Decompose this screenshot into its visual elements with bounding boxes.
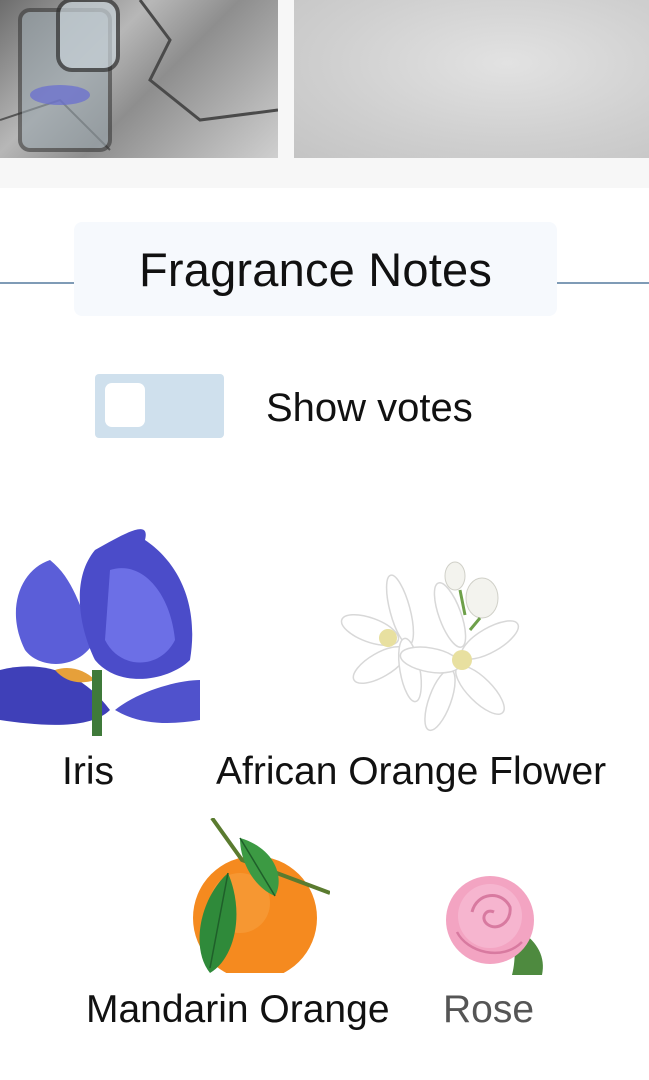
- note-item-african-orange-flower[interactable]: [340, 560, 525, 735]
- section-title-box: Fragrance Notes: [74, 222, 557, 316]
- fragrance-notes-header: Fragrance Notes: [0, 222, 649, 318]
- perfume-bottle-photo[interactable]: [0, 0, 278, 158]
- show-votes-label: Show votes: [266, 386, 473, 430]
- rose-icon: [446, 876, 543, 975]
- iris-flower-icon: [0, 529, 200, 736]
- note-label-iris[interactable]: Iris: [62, 750, 114, 794]
- header-divider-left: [0, 282, 74, 284]
- show-votes-toggle[interactable]: [95, 374, 224, 438]
- note-label-rose[interactable]: Rose: [443, 988, 534, 1032]
- note-item-iris[interactable]: [0, 520, 200, 736]
- section-title: Fragrance Notes: [138, 242, 493, 296]
- toggle-knob[interactable]: [105, 383, 145, 427]
- note-item-mandarin-orange[interactable]: [180, 818, 330, 973]
- page: Fragrance Notes Show votes Iris African …: [0, 0, 649, 1080]
- background-photo[interactable]: [294, 0, 649, 158]
- note-item-rose[interactable]: [442, 872, 546, 975]
- note-label-african-orange-flower[interactable]: African Orange Flower: [216, 750, 606, 794]
- mandarin-orange-icon: [193, 818, 330, 973]
- orange-blossom-icon: [340, 561, 520, 732]
- note-label-mandarin-orange[interactable]: Mandarin Orange: [86, 988, 390, 1032]
- photo-gallery: [0, 0, 649, 188]
- header-divider-right: [557, 282, 649, 284]
